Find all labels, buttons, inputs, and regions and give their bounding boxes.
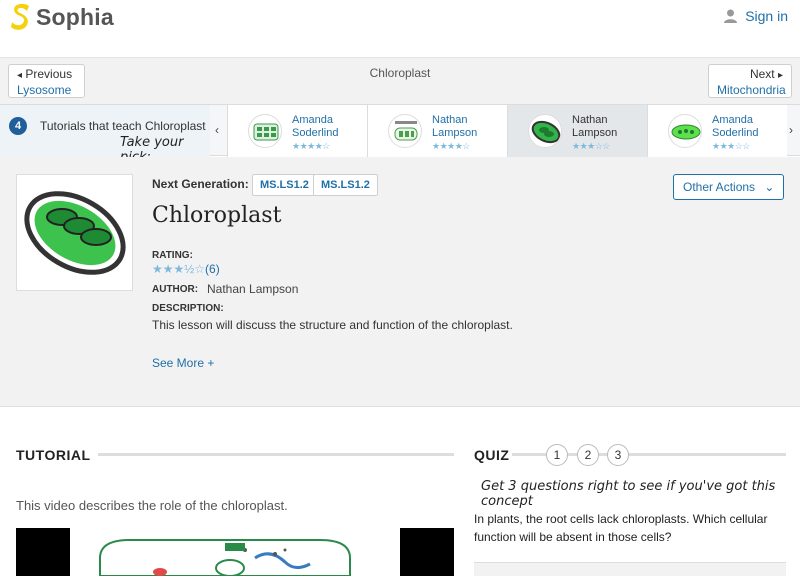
carousel-next-icon[interactable]: › bbox=[789, 123, 793, 137]
tutorial-author: Amanda Soderlind bbox=[292, 114, 339, 139]
author-label: AUTHOR: bbox=[152, 284, 199, 295]
quiz-question: In plants, the root cells lack chloropla… bbox=[474, 512, 768, 544]
tutorials-label: Tutorials that teach Chloroplast bbox=[40, 119, 206, 133]
chloroplast-icon bbox=[24, 191, 126, 275]
sophia-logo[interactable]: Sophia bbox=[10, 3, 114, 31]
tutorials-bar: 4 Tutorials that teach Chloroplast Take … bbox=[0, 104, 800, 165]
tutorial-author: Amanda Soderlind bbox=[712, 114, 759, 139]
next-button[interactable]: Next ▸ Mitochondria bbox=[708, 64, 792, 98]
video-frame bbox=[70, 528, 400, 576]
previous-topic: Lysosome bbox=[17, 83, 72, 97]
tutorial-divider bbox=[98, 453, 454, 456]
tutorial-count-badge: 4 bbox=[9, 117, 27, 135]
chevron-down-icon: ⌄ bbox=[764, 180, 775, 194]
answer-area[interactable] bbox=[474, 562, 786, 576]
user-icon bbox=[724, 9, 738, 23]
quiz-hint: Get 3 questions right to see if you've g… bbox=[481, 479, 776, 509]
lesson-header: Next Generation: MS.LS1.2 MS.LS1.2 Other… bbox=[0, 157, 800, 407]
tutorial-author: Nathan Lampson bbox=[572, 114, 618, 139]
sign-in-link[interactable]: Sign in bbox=[724, 8, 788, 24]
brand-name: Sophia bbox=[36, 3, 114, 30]
tutorial-stars: ★★★★☆ bbox=[432, 141, 470, 151]
other-actions-button[interactable]: Other Actions ⌄ bbox=[673, 174, 784, 200]
tutorial-author: Nathan Lampson bbox=[432, 114, 478, 139]
lesson-title: Chloroplast bbox=[152, 203, 282, 228]
top-bar: Sophia Sign in bbox=[0, 0, 800, 58]
tutorial-card[interactable]: Amanda Soderlind ★★★☆☆ bbox=[647, 105, 787, 157]
tutorials-intro: 4 Tutorials that teach Chloroplast Take … bbox=[0, 105, 210, 165]
tutorial-card-active[interactable]: Nathan Lampson ★★★☆☆ bbox=[507, 105, 647, 157]
tutorial-stars: ★★★☆☆ bbox=[572, 141, 610, 151]
lesson-nav: ◂ Previous Lysosome Chloroplast Next ▸ M… bbox=[0, 58, 800, 104]
rating: ★★★½☆(6) bbox=[152, 262, 220, 276]
tutorial-thumbnail bbox=[668, 114, 702, 148]
video-description: This video describes the role of the chl… bbox=[16, 498, 288, 513]
tutorial-thumbnail bbox=[388, 114, 422, 148]
standard-tag[interactable]: MS.LS1.2 bbox=[313, 174, 378, 196]
see-more-link[interactable]: See More + bbox=[152, 356, 214, 370]
tutorial-heading: TUTORIAL bbox=[16, 447, 91, 463]
quiz-heading: QUIZ bbox=[474, 447, 510, 463]
video-player[interactable] bbox=[16, 528, 454, 576]
description-label: DESCRIPTION: bbox=[152, 303, 224, 314]
quiz-step-2: 2 bbox=[577, 444, 599, 466]
tutorial-thumbnail bbox=[528, 114, 562, 148]
sophia-logo-icon bbox=[11, 4, 29, 30]
nav-title: Chloroplast bbox=[369, 66, 431, 80]
next-topic: Mitochondria bbox=[717, 83, 786, 97]
other-actions-label: Other Actions bbox=[683, 180, 756, 194]
quiz-step-3: 3 bbox=[607, 444, 629, 466]
tutorial-thumbnail bbox=[248, 114, 282, 148]
carousel-prev-icon[interactable]: ‹ bbox=[215, 123, 219, 137]
rating-stars: ★★★½☆ bbox=[152, 262, 206, 276]
standard-tag[interactable]: MS.LS1.2 bbox=[252, 174, 317, 196]
lesson-image bbox=[16, 174, 133, 291]
tutorial-card[interactable]: Nathan Lampson ★★★★☆ bbox=[367, 105, 507, 157]
rating-count[interactable]: (6) bbox=[205, 262, 220, 276]
quiz-step-1: 1 bbox=[546, 444, 568, 466]
next-label: Next bbox=[749, 67, 775, 81]
tutorial-card[interactable]: Amanda Soderlind ★★★★☆ bbox=[227, 105, 367, 157]
rating-label: RATING: bbox=[152, 250, 193, 261]
author-name: Nathan Lampson bbox=[207, 282, 299, 296]
chevron-right-icon: ▸ bbox=[777, 70, 783, 81]
sign-in-label: Sign in bbox=[745, 8, 788, 24]
next-generation-label: Next Generation: bbox=[152, 177, 249, 191]
tutorial-stars: ★★★☆☆ bbox=[712, 141, 750, 151]
description-text: This lesson will discuss the structure a… bbox=[152, 318, 513, 332]
tutorial-stars: ★★★★☆ bbox=[292, 141, 330, 151]
